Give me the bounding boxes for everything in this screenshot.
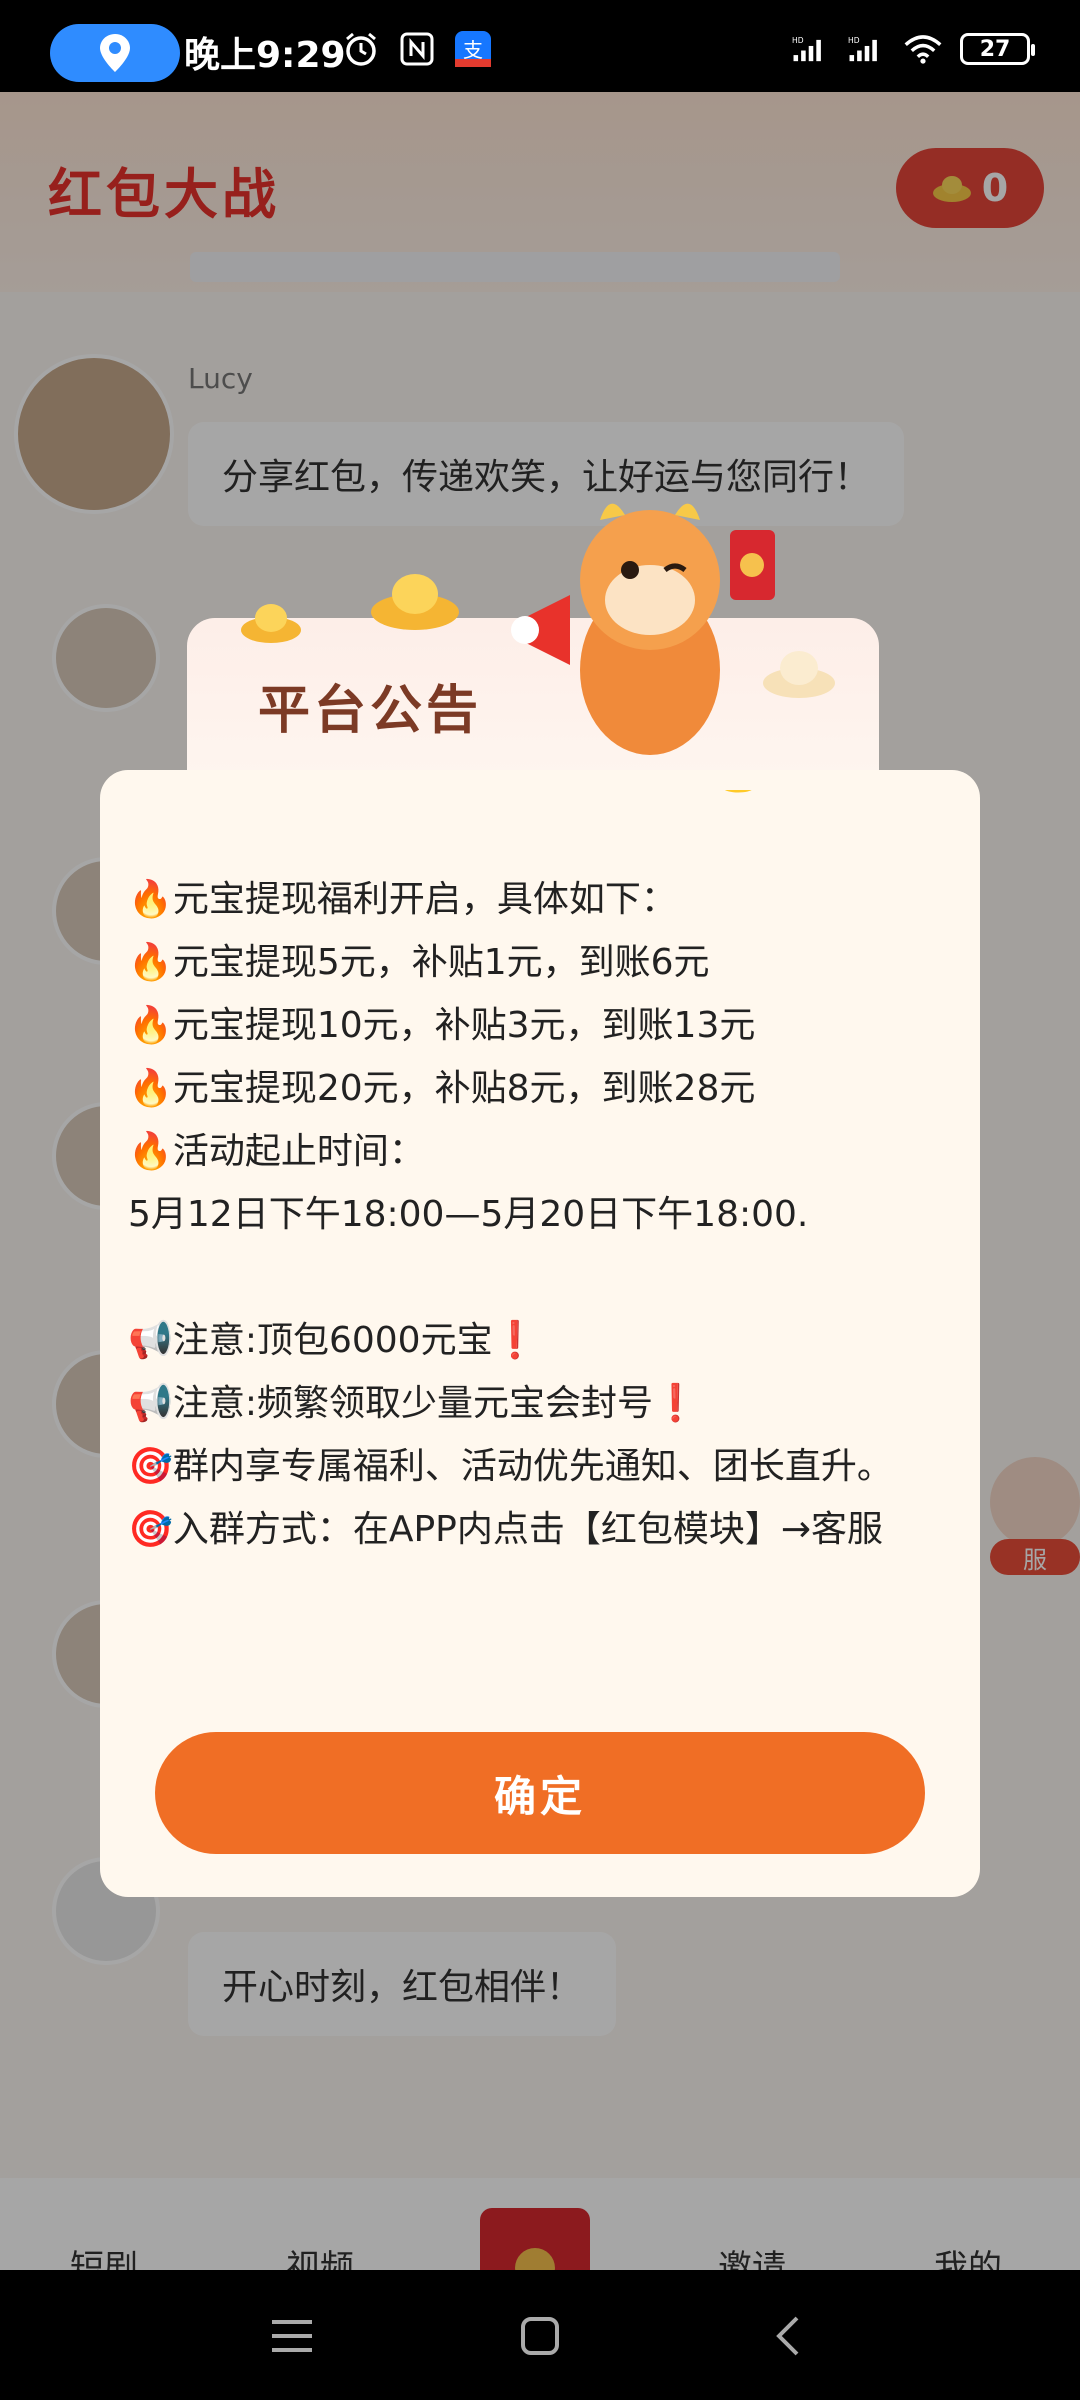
announcement-line: 🔥元宝提现20元，补贴8元，到账28元: [128, 1068, 756, 1109]
confirm-button[interactable]: 确定: [155, 1732, 925, 1854]
wifi-icon: [904, 30, 942, 68]
announcement-line: 【 乘风破浪】五月三期活动详细如下💰: [128, 790, 938, 805]
gold-ingot-icon: [241, 604, 301, 643]
status-time: 晚上9:29: [184, 35, 346, 76]
gold-ingot-icon: [371, 574, 459, 630]
home-icon[interactable]: [510, 2306, 570, 2366]
announcement-line: [128, 1246, 938, 1309]
announcement-line: [128, 805, 938, 868]
announcement-line: 🔥元宝提现福利开启，具体如下：: [128, 879, 677, 920]
megaphone-icon: [511, 595, 570, 665]
location-icon: [100, 34, 130, 72]
status-bar: 晚上9:29 支 HD HD 27: [0, 0, 1080, 92]
svg-text:HD: HD: [792, 36, 804, 45]
hd-signal-icon: HD: [848, 30, 886, 68]
announcement-line: 🎯入群方式：在APP内点击【红包模块】→客服: [128, 1509, 884, 1550]
back-icon[interactable]: [758, 2306, 818, 2366]
announcement-content[interactable]: 【 乘风破浪】五月三期活动详细如下💰 🔥元宝提现福利开启，具体如下： 🔥元宝提现…: [128, 790, 938, 1680]
svg-text:HD: HD: [848, 36, 860, 45]
location-indicator[interactable]: [50, 24, 180, 82]
nfc-icon: [398, 30, 436, 68]
announcement-line: 🔥元宝提现10元，补贴3元，到账13元: [128, 1005, 756, 1046]
announcement-line: 🔥活动起止时间：: [128, 1131, 425, 1172]
dragon-mascot-icon: [511, 503, 775, 755]
menu-icon[interactable]: [262, 2306, 322, 2366]
hd-signal-icon: HD: [792, 30, 830, 68]
alarm-icon: [342, 30, 380, 68]
battery-icon: 27: [960, 33, 1035, 65]
dialog-title: 平台公告: [258, 681, 483, 741]
announcement-line: 🔥元宝提现5元，补贴1元，到账6元: [128, 942, 710, 983]
battery-level: 27: [979, 36, 1011, 62]
announcement-line: 📢注意:频繁领取少量元宝会封号❗: [128, 1383, 698, 1424]
announcement-line: 5月12日下午18:00—5月20日下午18:00.: [128, 1194, 809, 1235]
announcement-line: 🎯群内享专属福利、活动优先通知、团长直升。: [128, 1446, 893, 1487]
system-nav-bar: [0, 2270, 1080, 2400]
svg-text:支: 支: [463, 38, 483, 62]
announcement-line: 📢注意:顶包6000元宝❗: [128, 1320, 538, 1361]
alipay-icon: 支: [454, 30, 492, 68]
